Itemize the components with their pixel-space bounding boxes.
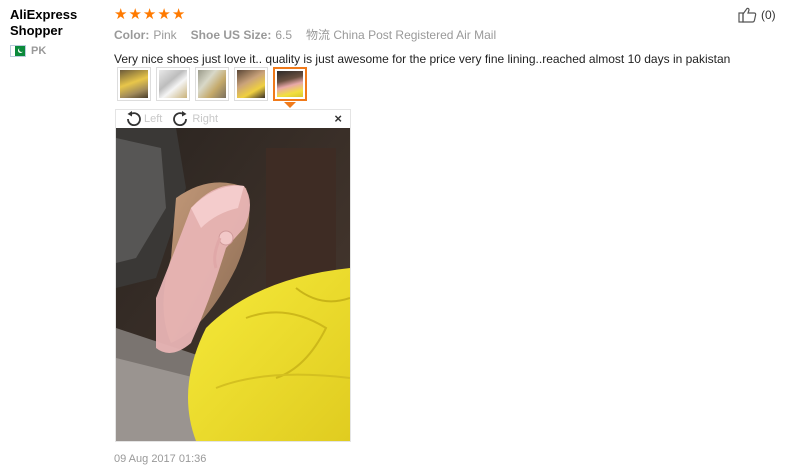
close-viewer-button[interactable]: × <box>334 112 342 125</box>
rotate-right-button[interactable]: Right <box>172 111 218 127</box>
photo-thumbnail[interactable] <box>195 67 229 101</box>
review-photo-image <box>116 128 350 441</box>
photo-thumbnail[interactable] <box>234 67 268 101</box>
viewer-toolbar: Left Right × <box>116 110 350 128</box>
star-icon: ★ <box>142 5 157 23</box>
color-label: Color: <box>114 27 150 42</box>
shipping-method: 物流 China Post Registered Air Mail <box>306 28 497 42</box>
country-code: PK <box>31 45 47 57</box>
photo-thumbnails <box>117 67 307 101</box>
thumbs-up-icon <box>738 7 757 23</box>
reviewer-country: PK <box>10 45 105 57</box>
photo-thumbnail[interactable] <box>156 67 190 101</box>
star-icon: ★ <box>114 5 128 23</box>
pakistan-flag-icon <box>10 45 26 57</box>
rotate-right-icon <box>173 111 188 127</box>
review-text: Very nice shoes just love it.. quality i… <box>114 52 731 66</box>
photo-thumbnail[interactable] <box>117 67 151 101</box>
photo-viewer: Left Right × <box>115 109 351 442</box>
helpful-button[interactable]: (0) <box>738 7 776 23</box>
active-thumbnail-arrow <box>284 102 296 108</box>
rotate-left-button[interactable]: Left <box>124 111 162 127</box>
reviewer-info: AliExpress Shopper PK <box>10 7 105 57</box>
star-icon: ★ <box>171 5 186 23</box>
helpful-count: (0) <box>761 8 776 22</box>
reviewer-name: AliExpress Shopper <box>10 7 78 38</box>
star-icon: ★ <box>128 5 142 23</box>
color-value: Pink <box>153 27 177 42</box>
review-date: 09 Aug 2017 01:36 <box>114 453 207 465</box>
rotate-left-icon <box>127 111 141 127</box>
star-icon: ★ <box>157 5 171 23</box>
rotate-right-label: Right <box>192 113 219 125</box>
photo-thumbnail-active[interactable] <box>273 67 307 101</box>
order-details: Color: Pink Shoe US Size: 6.5 物流 China P… <box>114 26 754 43</box>
size-label: Shoe US Size: <box>190 27 272 42</box>
review-photo <box>116 128 350 441</box>
rotate-left-label: Left <box>144 113 163 125</box>
review-body: ★ ★ ★ ★ ★ Color: Pink Shoe US Size: 6.5 … <box>114 6 754 67</box>
size-value: 6.5 <box>275 27 293 42</box>
star-rating: ★ ★ ★ ★ ★ <box>114 6 754 22</box>
